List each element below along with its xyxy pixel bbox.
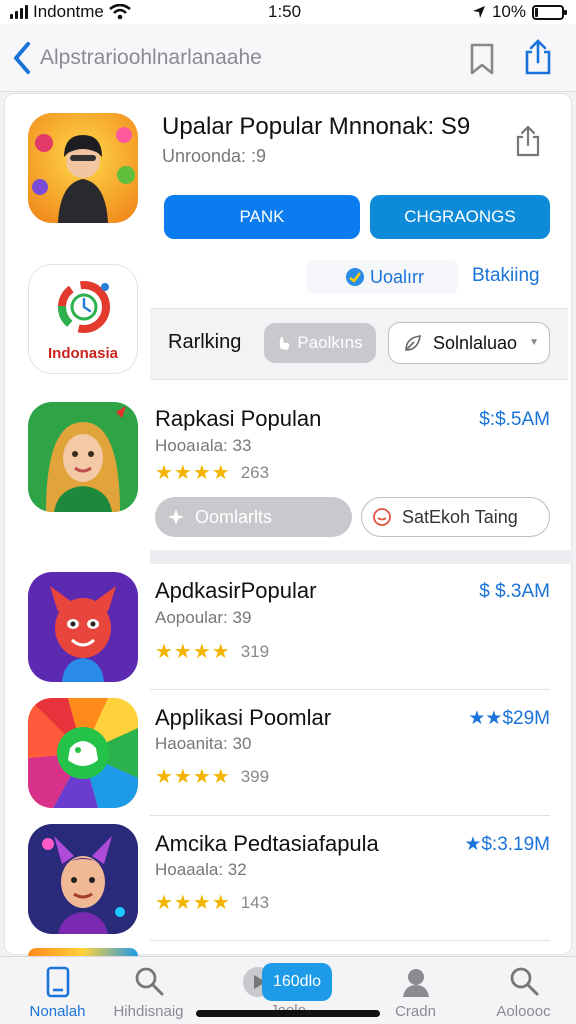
sort-dropdown[interactable]: Solnlaluao ▼: [388, 322, 550, 364]
carrier-name: Indontme: [33, 2, 104, 21]
secondary-action-label: SatEkoh Taing: [402, 506, 518, 527]
filter-label: Rarlking: [168, 331, 242, 353]
status-right: 10%: [472, 2, 567, 22]
app-title: ApdkasirPopular: [155, 578, 317, 603]
app-subtitle: Haoanita: 30: [155, 734, 252, 753]
nav-title: Alpstrarioohlnarlanaahe: [40, 46, 262, 69]
status-bar: Indontme 1:50 10%: [0, 0, 576, 24]
compare-button[interactable]: Oomlarlts: [155, 497, 352, 537]
featured-share-button[interactable]: [514, 124, 542, 163]
rating-count: 319: [240, 641, 270, 661]
ranking-link[interactable]: Btakiing: [472, 265, 540, 287]
chevron-down-icon: ▼: [529, 337, 539, 348]
indonesia-logo: Indonasia: [28, 264, 138, 374]
app-icon-1[interactable]: [28, 402, 138, 512]
share-icon: [525, 39, 551, 75]
filter-pill[interactable]: Paolkıns: [264, 323, 376, 363]
carrier-group: Indontme: [10, 2, 131, 22]
app-icon-5[interactable]: [28, 948, 138, 956]
app-price[interactable]: ★★$29M: [468, 707, 550, 730]
app-subtitle: Aopoular: 39: [155, 608, 252, 627]
featured-app-subtitle: Unroonda: :9: [162, 146, 267, 166]
update-chip[interactable]: Uoalırr: [306, 260, 458, 294]
secondary-action-button[interactable]: SatEkoh Taing: [361, 497, 550, 537]
search-icon: [510, 967, 538, 996]
app-price[interactable]: $ $.3AM: [479, 581, 550, 603]
sparkle-icon: [168, 509, 184, 525]
rating-count: 263: [240, 462, 270, 482]
app-price[interactable]: $:$.5AM: [479, 409, 550, 431]
search-icon: [135, 967, 163, 996]
get-button[interactable]: PANK: [164, 195, 360, 239]
app-rating: ★★★★ 143: [155, 890, 269, 915]
featured-app-title: Upalar Popular Mnnonak: S9: [162, 113, 471, 140]
app-rating: ★★★★ 263: [155, 460, 269, 485]
app-rating: ★★★★ 319: [155, 639, 269, 664]
wifi-icon: [109, 4, 131, 20]
change-button[interactable]: CHGRAONGS: [370, 195, 550, 239]
clock: 1:50: [268, 2, 302, 21]
app-icon-2[interactable]: [28, 572, 138, 682]
filter-pill-label: Paolkıns: [297, 333, 363, 352]
indonesia-logo-text: Indonasia: [47, 345, 118, 362]
section-divider: [150, 550, 572, 564]
update-icon: [346, 268, 364, 286]
person-icon: [402, 969, 429, 997]
star-rating-icon: ★★★★: [155, 641, 231, 663]
share-icon: [516, 125, 540, 157]
home-indicator[interactable]: [196, 1010, 380, 1017]
app-title: Applikasi Poomlar: [155, 705, 332, 730]
bookmark-button[interactable]: [468, 42, 496, 81]
nav-bar: Alpstrarioohlnarlanaahe: [0, 24, 576, 92]
app-icon-4[interactable]: [28, 824, 138, 934]
star-rating-icon: ★★★★: [155, 892, 231, 914]
battery-icon: [532, 4, 567, 20]
row-divider: [150, 689, 550, 690]
row-divider: [150, 815, 550, 816]
app-title: Amcika Pedtasiafapula: [155, 831, 379, 856]
compare-label: Oomlarlts: [195, 506, 273, 527]
tab-label: Aoloooc: [496, 1003, 551, 1020]
play-badge[interactable]: 160dlo: [262, 963, 332, 1001]
back-button[interactable]: [10, 38, 40, 78]
battery-level: [535, 7, 538, 17]
featured-app-icon[interactable]: [28, 113, 138, 223]
star-rating-icon: ★★★★: [155, 462, 231, 484]
hand-icon: [280, 336, 290, 350]
circle-icon: [373, 508, 391, 526]
sort-dropdown-value: Solnlaluao: [433, 332, 518, 353]
tab-search[interactable]: Aoloooc: [466, 957, 576, 1024]
bookmark-icon: [470, 43, 494, 75]
share-button[interactable]: [522, 38, 554, 81]
app-price[interactable]: ★$:3.19M: [464, 833, 550, 856]
app-icon-3[interactable]: [28, 698, 138, 808]
battery-percent: 10%: [491, 2, 526, 21]
app-title: Rapkasi Populan: [155, 406, 322, 431]
row-divider: [150, 940, 550, 941]
rating-count: 399: [240, 766, 270, 786]
location-icon: [472, 6, 485, 18]
app-subtitle: Hoaaala: 32: [155, 860, 247, 879]
signal-icon: [10, 5, 28, 19]
update-chip-label: Uoalırr: [370, 266, 425, 287]
leaf-icon: [405, 335, 421, 351]
rating-count: 143: [240, 892, 270, 912]
app-subtitle: Hooaıala: 33: [155, 436, 252, 455]
tab-discover[interactable]: Hihdisnaig: [91, 957, 206, 1024]
tab-label: Hihdisnaig: [113, 1003, 184, 1020]
chevron-left-icon: [14, 42, 30, 74]
app-rating: ★★★★ 399: [155, 764, 269, 789]
home-tab-icon: [46, 966, 69, 998]
star-rating-icon: ★★★★: [155, 766, 231, 788]
